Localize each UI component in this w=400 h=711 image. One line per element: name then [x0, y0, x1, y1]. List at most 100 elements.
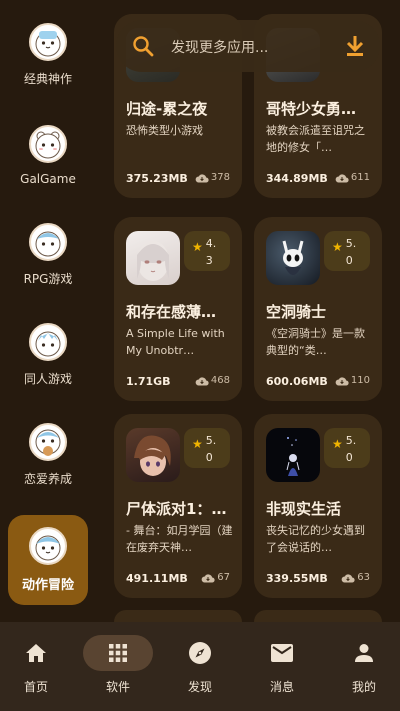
download-icon[interactable]	[344, 34, 366, 58]
app-card[interactable]: ★ 5.0 尸体派对1：… - 舞台：如月学园（建在废弃天神… 491.11MB…	[114, 414, 242, 598]
rating-value: 5.0	[205, 434, 217, 464]
app-size: 491.11MB	[126, 572, 188, 585]
app-size: 1.71GB	[126, 375, 171, 388]
rating-badge: ★ 5.0	[324, 428, 370, 468]
app-card[interactable]: ★ 5.0 空洞骑士 《空洞骑士》是一款典型的“类… 600.06MB 110	[254, 217, 382, 401]
mail-icon	[271, 644, 293, 662]
nav-icon-container	[247, 635, 317, 671]
category-item-classic[interactable]: 经典神作	[8, 10, 88, 100]
cloud-download-icon	[195, 173, 209, 183]
category-label: 同人游戏	[23, 372, 72, 386]
category-item-doujin[interactable]: 同人游戏	[8, 310, 88, 400]
app-size: 375.23MB	[126, 172, 188, 185]
rating-badge: ★ 5.0	[324, 231, 370, 271]
cloud-download-icon	[195, 376, 209, 386]
category-avatar	[29, 23, 67, 61]
category-label: 动作冒险	[21, 578, 74, 593]
nav-label: 我的	[351, 680, 376, 694]
cloud-download-icon	[335, 376, 349, 386]
anime-character-icon	[134, 435, 171, 476]
app-card[interactable]: ★ 4.3 和存在感薄… A Simple Life with My Unobt…	[114, 217, 242, 401]
bottom-navigation: 首页 软件 发现 消息 我的	[0, 622, 400, 711]
nav-label: 软件	[105, 680, 130, 694]
category-item-action-adventure[interactable]: 动作冒险	[8, 515, 88, 605]
nav-item-discover[interactable]: 发现	[160, 622, 240, 711]
app-description: 《空洞骑士》是一款典型的“类…	[266, 327, 365, 357]
app-description: 被教会派遣至诅咒之地的修女「…	[266, 124, 365, 154]
download-count: 67	[201, 572, 230, 583]
chiikawa-icon	[35, 535, 61, 561]
rating-badge: ★ 5.0	[184, 428, 230, 468]
chiikawa-icon	[35, 231, 61, 257]
category-avatar	[29, 527, 67, 565]
search-placeholder[interactable]: 发现更多应用...	[171, 37, 268, 57]
app-title: 和存在感薄…	[126, 303, 217, 321]
home-icon	[26, 644, 46, 662]
app-title: 哥特少女勇…	[266, 100, 357, 118]
app-icon	[126, 428, 180, 482]
category-label: 恋爱养成	[23, 472, 72, 486]
rating-badge: ★ 4.3	[184, 231, 230, 271]
app-size: 344.89MB	[266, 172, 328, 185]
app-description: A Simple Life with My Unobtr…	[126, 327, 225, 357]
nav-item-messages[interactable]: 消息	[242, 622, 322, 711]
download-count: 110	[335, 375, 370, 386]
app-card-partial[interactable]	[114, 610, 242, 622]
chiikawa-icon	[35, 429, 61, 456]
app-description: 丧失记忆的少女遇到了会说话的…	[266, 524, 365, 554]
star-icon: ★	[192, 437, 203, 451]
app-title: 尸体派对1：…	[126, 500, 227, 518]
download-count-value: 63	[357, 572, 370, 583]
app-title: 非现实生活	[266, 500, 342, 518]
category-avatar	[29, 124, 67, 163]
category-sidebar: 经典神作 GalGame RPG游戏 同人游戏 恋爱养成 动作冒险	[0, 0, 96, 622]
category-item-rpg[interactable]: RPG游戏	[8, 210, 88, 300]
chiikawa-icon	[35, 31, 61, 57]
compass-icon	[189, 642, 211, 664]
app-icon	[266, 231, 320, 285]
rating-value: 4.3	[205, 237, 217, 267]
app-title: 归途-累之夜	[126, 100, 208, 118]
nav-item-home[interactable]: 首页	[0, 622, 76, 711]
app-description: - 舞台：如月学园（建在废弃天神…	[126, 524, 233, 554]
nav-item-software[interactable]: 软件	[78, 622, 158, 711]
app-icon	[126, 231, 180, 285]
chiikawa-icon	[35, 131, 61, 158]
rating-value: 5.0	[345, 434, 357, 464]
app-card-partial[interactable]	[254, 610, 382, 622]
nav-icon-container	[1, 635, 71, 671]
nav-icon-container	[329, 635, 399, 671]
nav-label: 消息	[269, 680, 294, 694]
nav-icon-container	[83, 635, 153, 671]
chiikawa-icon	[35, 331, 61, 357]
grid-icon	[109, 644, 127, 662]
star-icon: ★	[332, 437, 343, 451]
download-count: 378	[195, 172, 230, 183]
download-count: 468	[195, 375, 230, 386]
hollow-knight-icon	[282, 240, 304, 275]
star-icon: ★	[192, 240, 203, 254]
anime-girl-icon	[137, 241, 169, 281]
category-label: RPG游戏	[23, 272, 73, 286]
category-item-romance[interactable]: 恋爱养成	[8, 410, 88, 500]
search-icon[interactable]	[131, 34, 155, 58]
app-size: 339.55MB	[266, 572, 328, 585]
nav-item-profile[interactable]: 我的	[324, 622, 400, 711]
download-count-value: 378	[210, 172, 230, 183]
app-icon	[266, 428, 320, 482]
download-count-value: 110	[350, 375, 370, 386]
nav-label: 首页	[23, 680, 48, 694]
cloud-download-icon	[201, 573, 215, 583]
download-count: 63	[341, 572, 370, 583]
download-count-value: 468	[210, 375, 230, 386]
app-title: 空洞骑士	[266, 303, 327, 321]
star-icon: ★	[332, 240, 343, 254]
cloud-download-icon	[341, 573, 355, 583]
person-icon	[355, 644, 373, 662]
girl-silhouette-icon	[286, 437, 300, 476]
rating-value: 5.0	[345, 237, 357, 267]
search-bar[interactable]: 发现更多应用...	[116, 20, 380, 72]
app-card[interactable]: ★ 5.0 非现实生活 丧失记忆的少女遇到了会说话的… 339.55MB 63	[254, 414, 382, 598]
category-item-galgame[interactable]: GalGame	[8, 110, 88, 200]
category-avatar	[29, 423, 67, 461]
